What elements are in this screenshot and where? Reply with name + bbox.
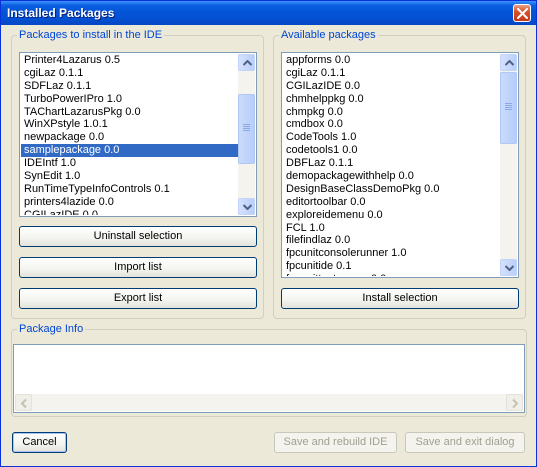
close-icon [517, 8, 528, 19]
arrow-down-icon [505, 265, 514, 271]
list-item[interactable]: DesignBaseClassDemoPkg 0.0 [283, 183, 500, 196]
scroll-left-button[interactable] [15, 394, 32, 411]
scroll-up-button[interactable] [500, 54, 517, 71]
installed-packages-list[interactable]: Printer4Lazarus 0.5 cgiLaz 0.1.1 SDFLaz 0.… [19, 52, 257, 217]
scroll-down-button[interactable] [500, 259, 517, 276]
save-and-rebuild-ide-button[interactable]: Save and rebuild IDE [274, 432, 397, 453]
list-item[interactable]: FCL 1.0 [283, 222, 500, 235]
installed-list-scrollbar[interactable] [238, 54, 255, 215]
list-item[interactable]: DBFLaz 0.1.1 [283, 157, 500, 170]
uninstall-selection-button[interactable]: Uninstall selection [19, 226, 257, 247]
installed-packages-legend: Packages to install in the IDE [19, 29, 163, 41]
package-info-text [14, 345, 524, 349]
list-item[interactable]: cgiLaz 0.1.1 [21, 67, 238, 80]
arrow-down-icon [243, 204, 252, 210]
installed-items: Printer4Lazarus 0.5 cgiLaz 0.1.1 SDFLaz 0.… [21, 54, 238, 215]
title-bar[interactable]: Installed Packages [1, 1, 536, 25]
list-item[interactable]: fpcunitconsolerunner 1.0 [283, 247, 500, 260]
list-item[interactable]: filefindlaz 0.0 [283, 234, 500, 247]
list-item[interactable]: demopackagewithhelp 0.0 [283, 170, 500, 183]
scroll-down-button[interactable] [238, 198, 255, 215]
list-item[interactable]: printers4lazide 0.0 [21, 196, 238, 209]
list-item[interactable]: fpcunittestrunner 0.0 [283, 273, 500, 276]
scroll-thumb[interactable] [238, 94, 255, 164]
list-item[interactable]: samplepackage 0.0 [21, 144, 238, 158]
arrow-up-icon [505, 60, 514, 66]
package-info-hscrollbar[interactable] [15, 394, 523, 411]
arrow-left-icon [21, 399, 27, 408]
import-list-button[interactable]: Import list [19, 257, 257, 278]
list-item[interactable]: SynEdit 1.0 [21, 170, 238, 183]
scroll-right-button[interactable] [506, 394, 523, 411]
list-item[interactable]: cmdbox 0.0 [283, 118, 500, 131]
installed-packages-window: Installed Packages Packages to install i… [0, 0, 537, 467]
list-item[interactable]: newpackage 0.0 [21, 131, 238, 144]
list-item[interactable]: appforms 0.0 [283, 54, 500, 67]
list-item[interactable]: RunTimeTypeInfoControls 0.1 [21, 183, 238, 196]
window-title: Installed Packages [7, 6, 115, 20]
list-item[interactable]: fpcunitide 0.1 [283, 260, 500, 273]
list-item[interactable]: CGILazIDE 0.0 [21, 209, 238, 215]
list-item[interactable]: SDFLaz 0.1.1 [21, 80, 238, 93]
list-item[interactable]: IDEIntf 1.0 [21, 157, 238, 170]
cancel-button[interactable]: Cancel [12, 432, 67, 453]
list-item[interactable]: WinXPstyle 1.0.1 [21, 118, 238, 131]
scroll-thumb[interactable] [500, 72, 517, 144]
available-list-scrollbar[interactable] [500, 54, 517, 276]
scroll-up-button[interactable] [238, 54, 255, 71]
save-and-exit-dialog-button[interactable]: Save and exit dialog [405, 432, 525, 453]
list-item[interactable]: Printer4Lazarus 0.5 [21, 54, 238, 67]
package-info-legend: Package Info [19, 323, 84, 335]
list-item[interactable]: chmhelppkg 0.0 [283, 93, 500, 106]
list-item[interactable]: exploreidemenu 0.0 [283, 209, 500, 222]
arrow-up-icon [243, 60, 252, 66]
available-packages-list[interactable]: appforms 0.0 cgiLaz 0.1.1 CGILazIDE 0.0 chm… [281, 52, 519, 278]
list-item[interactable]: CodeTools 1.0 [283, 131, 500, 144]
list-item[interactable]: cgiLaz 0.1.1 [283, 67, 500, 80]
export-list-button[interactable]: Export list [19, 288, 257, 309]
list-item[interactable]: CGILazIDE 0.0 [283, 80, 500, 93]
close-button[interactable] [513, 4, 531, 22]
available-packages-legend: Available packages [281, 29, 376, 41]
install-selection-button[interactable]: Install selection [281, 288, 519, 309]
list-item[interactable]: TurboPowerIPro 1.0 [21, 93, 238, 106]
list-item[interactable]: chmpkg 0.0 [283, 106, 500, 119]
arrow-right-icon [512, 399, 518, 408]
package-info-memo[interactable] [13, 344, 525, 413]
list-item[interactable]: codetools1 0.0 [283, 144, 500, 157]
available-items: appforms 0.0 cgiLaz 0.1.1 CGILazIDE 0.0 chm… [283, 54, 500, 276]
list-item[interactable]: editortoolbar 0.0 [283, 196, 500, 209]
list-item[interactable]: TAChartLazarusPkg 0.0 [21, 106, 238, 119]
